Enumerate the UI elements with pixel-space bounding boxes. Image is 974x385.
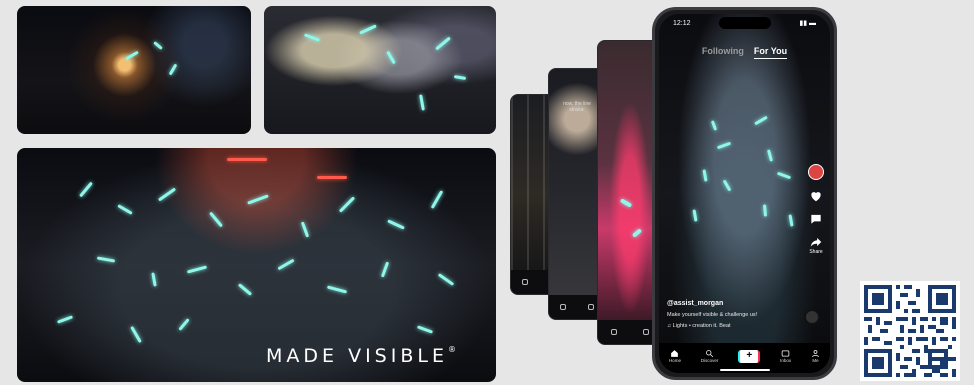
photo-panel-night-scene	[17, 6, 251, 134]
reflective-strip	[380, 261, 390, 278]
nav-home[interactable]: Home	[669, 349, 681, 363]
reflective-strip	[209, 211, 223, 228]
search-icon	[588, 304, 594, 310]
reflective-strip	[359, 24, 377, 35]
reflective-strip	[716, 141, 732, 150]
reflective-strip	[435, 36, 451, 51]
reflective-strip	[153, 41, 163, 50]
home-icon	[671, 350, 679, 357]
side-actions: Share	[808, 164, 824, 255]
reflective-strip	[453, 74, 467, 81]
tab-following[interactable]: Following	[702, 46, 744, 59]
phone-mockup: 12:12 ▮▮ ▬ Following For You Share @assi…	[652, 7, 837, 380]
reflective-strip	[186, 265, 208, 274]
avatar-icon[interactable]	[808, 164, 824, 180]
home-icon	[522, 279, 528, 285]
reflective-strip	[754, 115, 768, 126]
reflective-strip	[419, 94, 425, 111]
neon-light	[317, 176, 347, 179]
nav-discover[interactable]: Discover	[700, 349, 719, 363]
reflective-strip	[702, 169, 708, 182]
phone-screen: 12:12 ▮▮ ▬ Following For You Share @assi…	[659, 14, 830, 373]
reflective-strip	[96, 256, 116, 263]
status-time: 12:12	[673, 19, 691, 27]
like-action[interactable]	[809, 189, 823, 203]
reflective-strip	[631, 228, 643, 238]
nav-discover-label: Discover	[700, 358, 719, 363]
reflective-strip	[157, 187, 177, 202]
nav-me-label: Me	[812, 358, 819, 363]
reflective-strip	[237, 283, 253, 296]
reflective-strip	[430, 190, 444, 209]
reflective-strip	[79, 181, 93, 198]
home-indicator	[719, 369, 770, 371]
home-icon	[560, 304, 566, 310]
heart-icon	[811, 192, 821, 202]
music-ticker[interactable]: ♫ Lights • creation it. Beat	[667, 323, 731, 329]
share-action[interactable]: Share	[809, 235, 823, 255]
reflective-strip	[303, 33, 321, 42]
nav-inbox-label: Inbox	[780, 358, 792, 363]
made-visible-wordmark: MADE VISIBLE®	[266, 345, 456, 367]
neon-light	[227, 158, 267, 161]
status-bar: 12:12 ▮▮ ▬	[659, 18, 830, 28]
reflective-strip	[338, 196, 356, 213]
reflective-strip	[416, 325, 434, 334]
reflective-strip	[692, 209, 698, 222]
photo-panel-crowd: MADE VISIBLE®	[17, 148, 496, 382]
reflective-strip	[788, 214, 794, 227]
search-icon	[706, 350, 714, 358]
reflective-strip	[168, 63, 178, 76]
reflective-strip	[387, 219, 405, 230]
reflective-strip	[710, 120, 718, 131]
home-icon	[611, 329, 617, 335]
reflective-strip	[766, 149, 774, 162]
reflective-strip	[722, 179, 732, 192]
reflective-strip	[151, 272, 157, 287]
reflective-strip	[178, 318, 190, 331]
search-icon	[643, 329, 649, 335]
inbox-icon	[781, 350, 790, 357]
reflective-strip	[386, 50, 396, 65]
qr-code[interactable]	[860, 281, 960, 381]
music-disc-icon[interactable]	[804, 309, 820, 325]
share-label: Share	[809, 249, 823, 255]
comment-action[interactable]	[809, 212, 823, 226]
reflective-strip	[247, 194, 269, 205]
reflective-strip	[300, 221, 310, 238]
profile-icon	[812, 350, 819, 358]
card-text: now, the line strana:	[563, 101, 591, 113]
reflective-strip	[125, 50, 139, 61]
reflective-strip	[277, 258, 295, 271]
create-button[interactable]: +	[738, 349, 761, 363]
reflective-strip	[326, 285, 348, 294]
feed-tabs: Following For You	[659, 46, 830, 59]
reflective-strip	[776, 171, 792, 180]
video-username[interactable]: @assist_morgan	[667, 300, 723, 307]
video-caption: Make yourself visible & challenge us!	[667, 312, 758, 318]
signal-battery-icon: ▮▮ ▬	[799, 20, 816, 27]
nav-inbox[interactable]: Inbox	[780, 349, 791, 363]
comment-icon	[811, 214, 821, 224]
tab-for-you[interactable]: For You	[753, 46, 788, 59]
nav-home-label: Home	[668, 358, 681, 363]
reflective-strip	[762, 204, 768, 217]
reflective-strip	[619, 198, 633, 208]
reflective-strip	[56, 315, 74, 324]
photo-panel-dancers	[264, 6, 496, 134]
reflective-strip	[117, 204, 133, 215]
reflective-strip	[130, 325, 142, 344]
share-icon	[810, 237, 822, 247]
nav-me[interactable]: Me	[811, 349, 820, 363]
reflective-strip	[437, 273, 455, 286]
